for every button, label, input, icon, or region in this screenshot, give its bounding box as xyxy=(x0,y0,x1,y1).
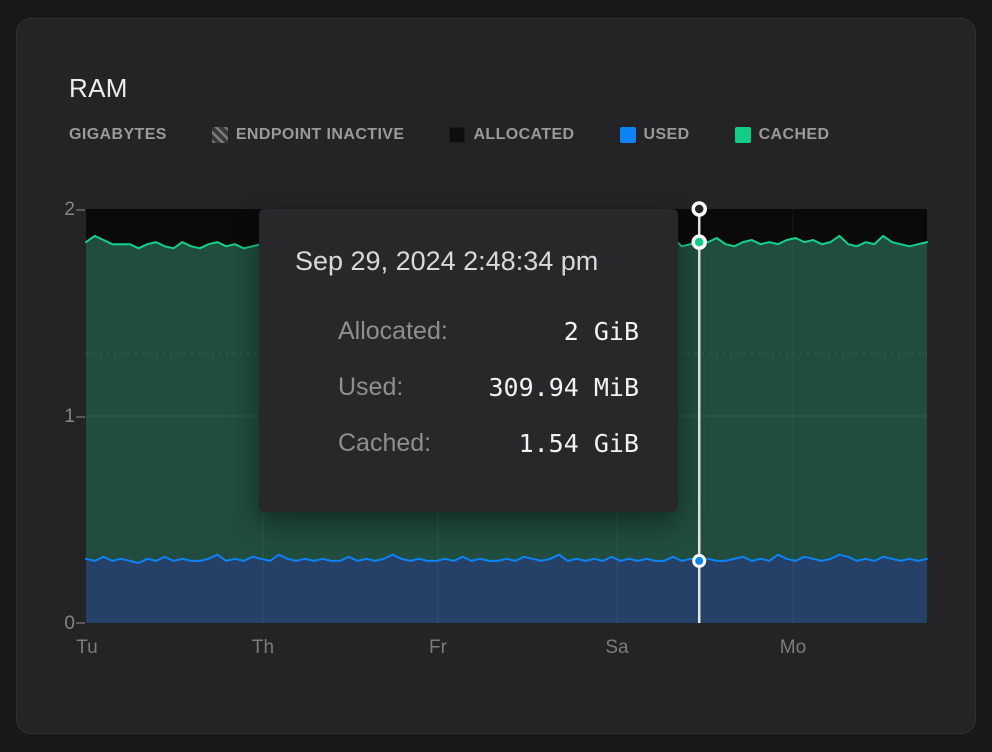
tooltip-row-used: Used: 309.94 MiB xyxy=(295,359,639,415)
ram-metrics-card: RAM GIGABYTES ENDPOINT INACTIVE ALLOCATE… xyxy=(16,18,976,734)
legend-item-endpoint-inactive[interactable]: ENDPOINT INACTIVE xyxy=(212,126,405,144)
legend-item-label: ALLOCATED xyxy=(473,126,574,144)
tooltip-row-cached: Cached: 1.54 GiB xyxy=(295,415,639,471)
legend-item-allocated[interactable]: ALLOCATED xyxy=(449,126,574,144)
x-axis-label-sa: Sa xyxy=(605,637,628,659)
tooltip-rows: Allocated: 2 GiB Used: 309.94 MiB Cached… xyxy=(295,303,639,471)
y-axis-label-0: 0 xyxy=(41,613,75,635)
allocated-swatch-icon xyxy=(449,127,465,143)
x-axis-label-mo: Mo xyxy=(780,637,806,659)
cached-swatch-icon xyxy=(735,127,751,143)
tooltip-label-cached: Cached: xyxy=(338,429,431,458)
legend-item-used[interactable]: USED xyxy=(620,126,690,144)
tooltip-row-allocated: Allocated: 2 GiB xyxy=(295,303,639,359)
chart-legend: GIGABYTES ENDPOINT INACTIVE ALLOCATED US… xyxy=(69,126,939,144)
chart-tooltip: Sep 29, 2024 2:48:34 pm Allocated: 2 GiB… xyxy=(259,209,678,512)
legend-unit-gigabytes: GIGABYTES xyxy=(69,126,167,144)
legend-item-label: CACHED xyxy=(759,126,830,144)
tooltip-value-allocated: 2 GiB xyxy=(448,317,639,346)
chart-title: RAM xyxy=(69,73,128,104)
tooltip-value-cached: 1.54 GiB xyxy=(431,429,639,458)
legend-item-label: ENDPOINT INACTIVE xyxy=(236,126,405,144)
y-axis-tick xyxy=(76,622,85,624)
tooltip-timestamp: Sep 29, 2024 2:48:34 pm xyxy=(295,245,639,277)
legend-item-cached[interactable]: CACHED xyxy=(735,126,830,144)
x-axis-label-th: Th xyxy=(252,637,274,659)
hatched-swatch-icon xyxy=(212,127,228,143)
used-swatch-icon xyxy=(620,127,636,143)
legend-item-label: USED xyxy=(644,126,690,144)
tooltip-label-allocated: Allocated: xyxy=(338,317,448,346)
x-axis-label-tu: Tu xyxy=(76,637,97,659)
y-axis-tick xyxy=(76,416,85,418)
x-axis-label-fr: Fr xyxy=(429,637,447,659)
tooltip-value-used: 309.94 MiB xyxy=(403,373,639,402)
y-axis-tick xyxy=(76,209,85,211)
y-axis-label-1: 1 xyxy=(41,406,75,428)
tooltip-label-used: Used: xyxy=(338,373,403,402)
y-axis-label-2: 2 xyxy=(41,199,75,221)
legend-unit-label: GIGABYTES xyxy=(69,126,167,144)
